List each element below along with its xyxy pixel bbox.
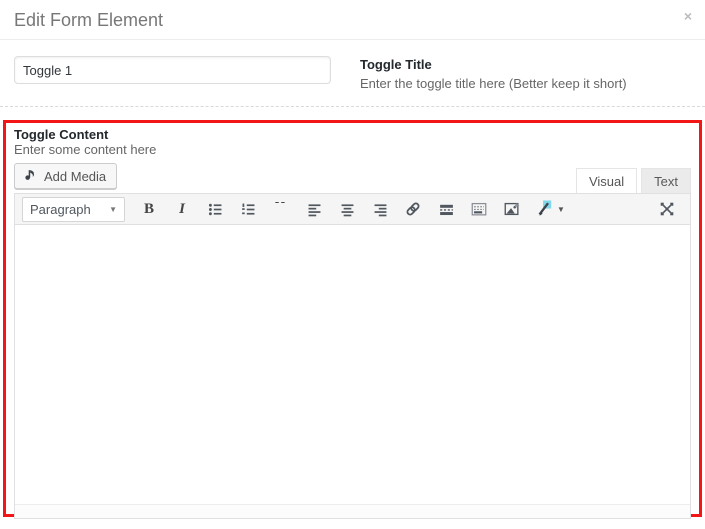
fullscreen-button[interactable] bbox=[654, 197, 680, 221]
editor: Paragraph ▼ B I ▼ bbox=[14, 193, 691, 519]
align-left-button[interactable] bbox=[301, 197, 327, 221]
tab-visual[interactable]: Visual bbox=[575, 168, 638, 193]
editor-mode-tabs: Visual Text bbox=[575, 168, 691, 193]
close-icon[interactable]: × bbox=[684, 9, 692, 23]
bulleted-list-icon bbox=[208, 203, 221, 215]
read-more-button[interactable] bbox=[433, 197, 459, 221]
toggle-title-help: Toggle Title Enter the toggle title here… bbox=[360, 56, 627, 91]
bold-icon: B bbox=[143, 200, 154, 217]
blockquote-button[interactable]: “ bbox=[268, 197, 294, 221]
align-right-icon bbox=[374, 203, 386, 216]
read-more-icon bbox=[439, 204, 453, 215]
italic-button[interactable]: I bbox=[169, 197, 195, 221]
align-right-button[interactable] bbox=[367, 197, 393, 221]
align-center-button[interactable] bbox=[334, 197, 360, 221]
editor-toolbar: Paragraph ▼ B I ▼ bbox=[15, 194, 690, 225]
bulleted-list-button[interactable] bbox=[202, 197, 228, 221]
insert-form-button[interactable] bbox=[466, 197, 492, 221]
chevron-down-icon: ▼ bbox=[109, 204, 117, 214]
tab-text[interactable]: Text bbox=[641, 168, 691, 193]
paragraph-format-select[interactable]: Paragraph ▼ bbox=[22, 196, 125, 222]
align-center-icon bbox=[341, 203, 353, 216]
image-icon bbox=[504, 202, 520, 216]
shortcode-wand-button[interactable]: ▼ bbox=[532, 197, 568, 221]
toggle-title-input[interactable] bbox=[14, 56, 331, 84]
toggle-content-section: Toggle Content Enter some content here A… bbox=[3, 120, 702, 519]
add-media-icon bbox=[23, 167, 38, 185]
toggle-content-description: Enter some content here bbox=[14, 142, 157, 157]
add-media-label: Add Media bbox=[44, 168, 107, 184]
insert-link-button[interactable] bbox=[400, 197, 426, 221]
italic-icon: I bbox=[179, 200, 185, 217]
insert-image-button[interactable] bbox=[499, 197, 525, 221]
link-icon bbox=[406, 202, 420, 216]
magic-wand-icon bbox=[538, 200, 552, 216]
insert-form-icon bbox=[471, 202, 487, 216]
toggle-content-label: Toggle Content bbox=[14, 127, 109, 142]
blockquote-icon: “ bbox=[274, 202, 289, 216]
paragraph-format-value: Paragraph bbox=[30, 201, 91, 217]
add-media-button[interactable]: Add Media bbox=[14, 163, 118, 189]
numbered-list-button[interactable] bbox=[235, 197, 261, 221]
dialog-header: Edit Form Element × bbox=[0, 0, 705, 40]
toggle-title-field-wrap bbox=[14, 56, 331, 91]
page-title: Edit Form Element bbox=[14, 10, 164, 30]
toggle-title-description: Enter the toggle title here (Better keep… bbox=[360, 76, 627, 91]
fullscreen-icon bbox=[660, 202, 674, 216]
section-divider bbox=[0, 106, 705, 107]
align-left-icon bbox=[308, 203, 320, 216]
numbered-list-icon bbox=[241, 203, 254, 215]
editor-statusbar bbox=[15, 504, 690, 518]
editor-header: Add Media Visual Text bbox=[14, 163, 691, 193]
toggle-title-row: Toggle Title Enter the toggle title here… bbox=[0, 40, 705, 91]
wand-caret-icon: ▼ bbox=[557, 204, 565, 214]
bold-button[interactable]: B bbox=[136, 197, 162, 221]
toggle-title-label: Toggle Title bbox=[360, 57, 432, 72]
editor-content-area[interactable] bbox=[15, 225, 690, 504]
